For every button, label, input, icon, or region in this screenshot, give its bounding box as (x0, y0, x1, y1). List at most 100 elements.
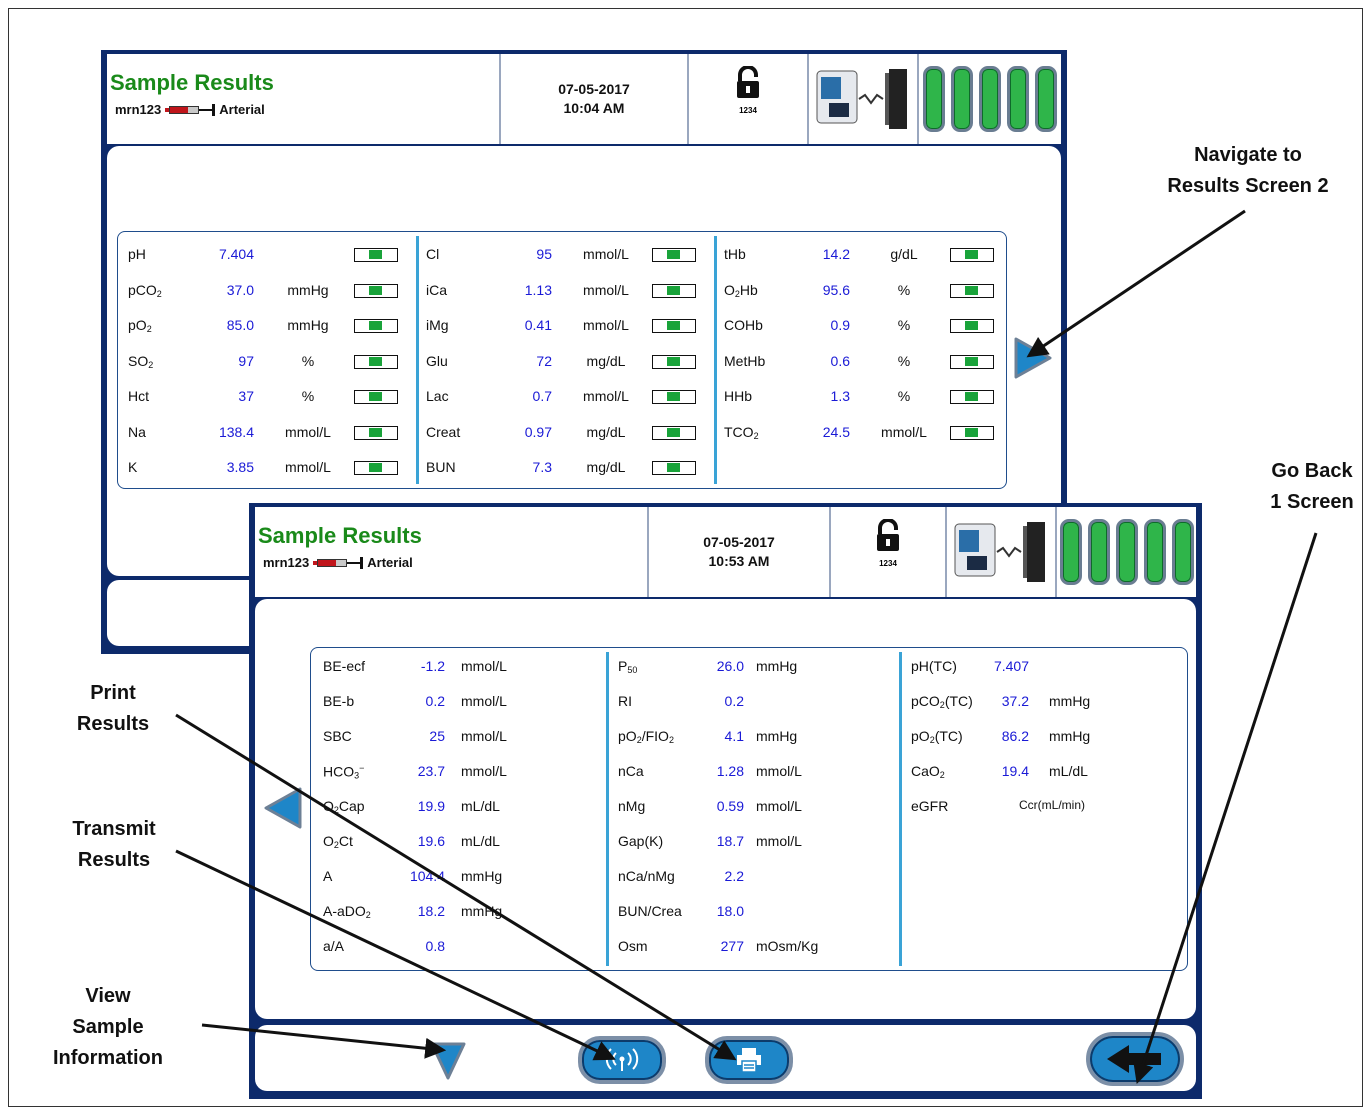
range-indicator (354, 248, 398, 262)
param-value: 37 (238, 388, 254, 404)
param-name-text: pCO (911, 693, 940, 709)
syringe-icon (313, 556, 364, 569)
param-name: A-aDO2 (323, 903, 371, 920)
down-arrow-icon[interactable] (428, 1040, 468, 1082)
param-unit: mg/dL (586, 423, 626, 440)
param-name-text: SBC (323, 728, 352, 744)
param-subscript: 2 (156, 288, 162, 299)
battery-icon (1057, 507, 1196, 597)
param-name: nMg (618, 798, 645, 814)
param-name: BUN (426, 459, 456, 475)
param-name: O2Ct (323, 833, 353, 850)
page-title: Sample Results (258, 523, 422, 548)
param-name: pH (128, 246, 146, 262)
param-unit: mmol/L (461, 763, 507, 779)
page-title: Sample Results (110, 70, 274, 95)
go-back-callout: Go Back 1 Screen (1256, 456, 1368, 518)
param-name: HCO3− (323, 763, 364, 781)
param-unit: mOsm/Kg (756, 938, 819, 954)
callout-line-1: Print (90, 682, 136, 704)
sample-type: Arterial (367, 555, 413, 570)
param-unit: mmol/L (461, 658, 507, 674)
result-row: BUN/Crea 18.0 (606, 903, 901, 923)
param-name-text: A (323, 868, 333, 884)
param-value: 23.7 (417, 763, 445, 779)
param-name-text: Osm (618, 938, 648, 954)
param-name: COHb (724, 317, 763, 333)
result-row: pO2(TC) 86.2 mmHg (899, 728, 1194, 748)
param-unit: mmHg (756, 658, 798, 674)
param-name: RI (618, 693, 632, 709)
param-name-text: Cl (426, 246, 440, 262)
result-row: pO2 85.0 mmHg (118, 317, 416, 337)
transmit-results-button[interactable] (578, 1036, 666, 1084)
param-value: 1.13 (524, 281, 552, 298)
param-name-text: BE-b (323, 693, 355, 709)
result-row: a/A 0.8 (311, 938, 606, 958)
right-arrow-icon[interactable] (1012, 335, 1054, 381)
param-value: 0.9 (830, 317, 850, 333)
param-name: pO2/FIO2 (618, 728, 674, 745)
back-button[interactable] (1086, 1032, 1184, 1086)
range-indicator (950, 319, 994, 333)
left-arrow-icon[interactable] (262, 785, 304, 831)
param-name-text: nMg (618, 798, 646, 814)
battery-cell (917, 54, 1061, 144)
print-callout: Print Results (58, 678, 168, 740)
param-value: 37.0 (226, 281, 254, 298)
param-subscript: 2 (148, 359, 154, 370)
param-value: 277 (720, 938, 744, 954)
param-name: pCO2 (128, 282, 162, 299)
param-name: Cl (426, 246, 439, 262)
param-name: pCO2(TC) (911, 693, 973, 710)
param-name-text: Gap(K) (618, 833, 664, 849)
range-indicator (652, 319, 696, 333)
param-unit: mmol/L (756, 833, 802, 849)
lock-cell[interactable]: 1234 (687, 54, 807, 144)
result-row: pO2/FIO2 4.1 mmHg (606, 728, 901, 748)
param-name-text: O (323, 798, 334, 814)
patient-info: mrn123 Arterial (263, 555, 413, 570)
param-name-text: O (323, 833, 334, 849)
result-row: eGFR Ccr(mL/min) (899, 798, 1194, 818)
param-name-text: (TC) (934, 728, 963, 744)
result-row: A-aDO2 18.2 mmHg (311, 903, 606, 923)
param-name: pO2(TC) (911, 728, 963, 745)
param-value: 86.2 (1001, 728, 1029, 744)
callout-line-2: 1 Screen (1270, 491, 1354, 513)
result-row: nCa 1.28 mmol/L (606, 763, 901, 783)
param-unit: mmol/L (461, 693, 507, 709)
param-unit: % (897, 281, 911, 298)
range-indicator (652, 425, 696, 440)
result-row: Hct 37% (118, 388, 416, 408)
print-results-button[interactable] (705, 1036, 793, 1084)
callout-line-1: Navigate to (1194, 144, 1302, 166)
param-value: 19.6 (417, 833, 445, 849)
range-indicator (950, 283, 994, 298)
param-name: SO2 (128, 353, 153, 370)
param-name-text: a/A (323, 938, 345, 954)
param-name-text: BUN/Crea (618, 903, 682, 919)
param-name: iCa (426, 282, 447, 298)
param-unit: mmHg (756, 728, 798, 744)
param-name: nCa/nMg (618, 868, 675, 884)
callout-line-1: View (85, 985, 131, 1007)
range-indicator (950, 248, 994, 262)
range-indicator (354, 319, 398, 333)
result-row: Cl 95 mmol/L (416, 246, 714, 266)
result-row: tHb 14.2 g/dL (714, 246, 1012, 266)
syringe-icon (165, 103, 216, 116)
range-indicator (652, 248, 696, 262)
result-row: pCO2(TC) 37.2 mmHg (899, 693, 1194, 713)
param-unit: mmol/L (583, 246, 629, 262)
lock-cell[interactable]: 1234 (829, 507, 945, 597)
param-name-text: COHb (724, 317, 763, 333)
param-value: 3.85 (226, 459, 254, 475)
date: 07-05-2017 (558, 81, 630, 97)
param-name-text: K (128, 459, 138, 475)
param-name: BE-ecf (323, 658, 365, 674)
results-screen-2: Sample Results mrn123 Arterial 07-05-201… (249, 503, 1202, 1099)
result-row: nCa/nMg 2.2 (606, 868, 901, 888)
result-row: SBC 25 mmol/L (311, 728, 606, 748)
param-value: 19.4 (1001, 763, 1029, 779)
